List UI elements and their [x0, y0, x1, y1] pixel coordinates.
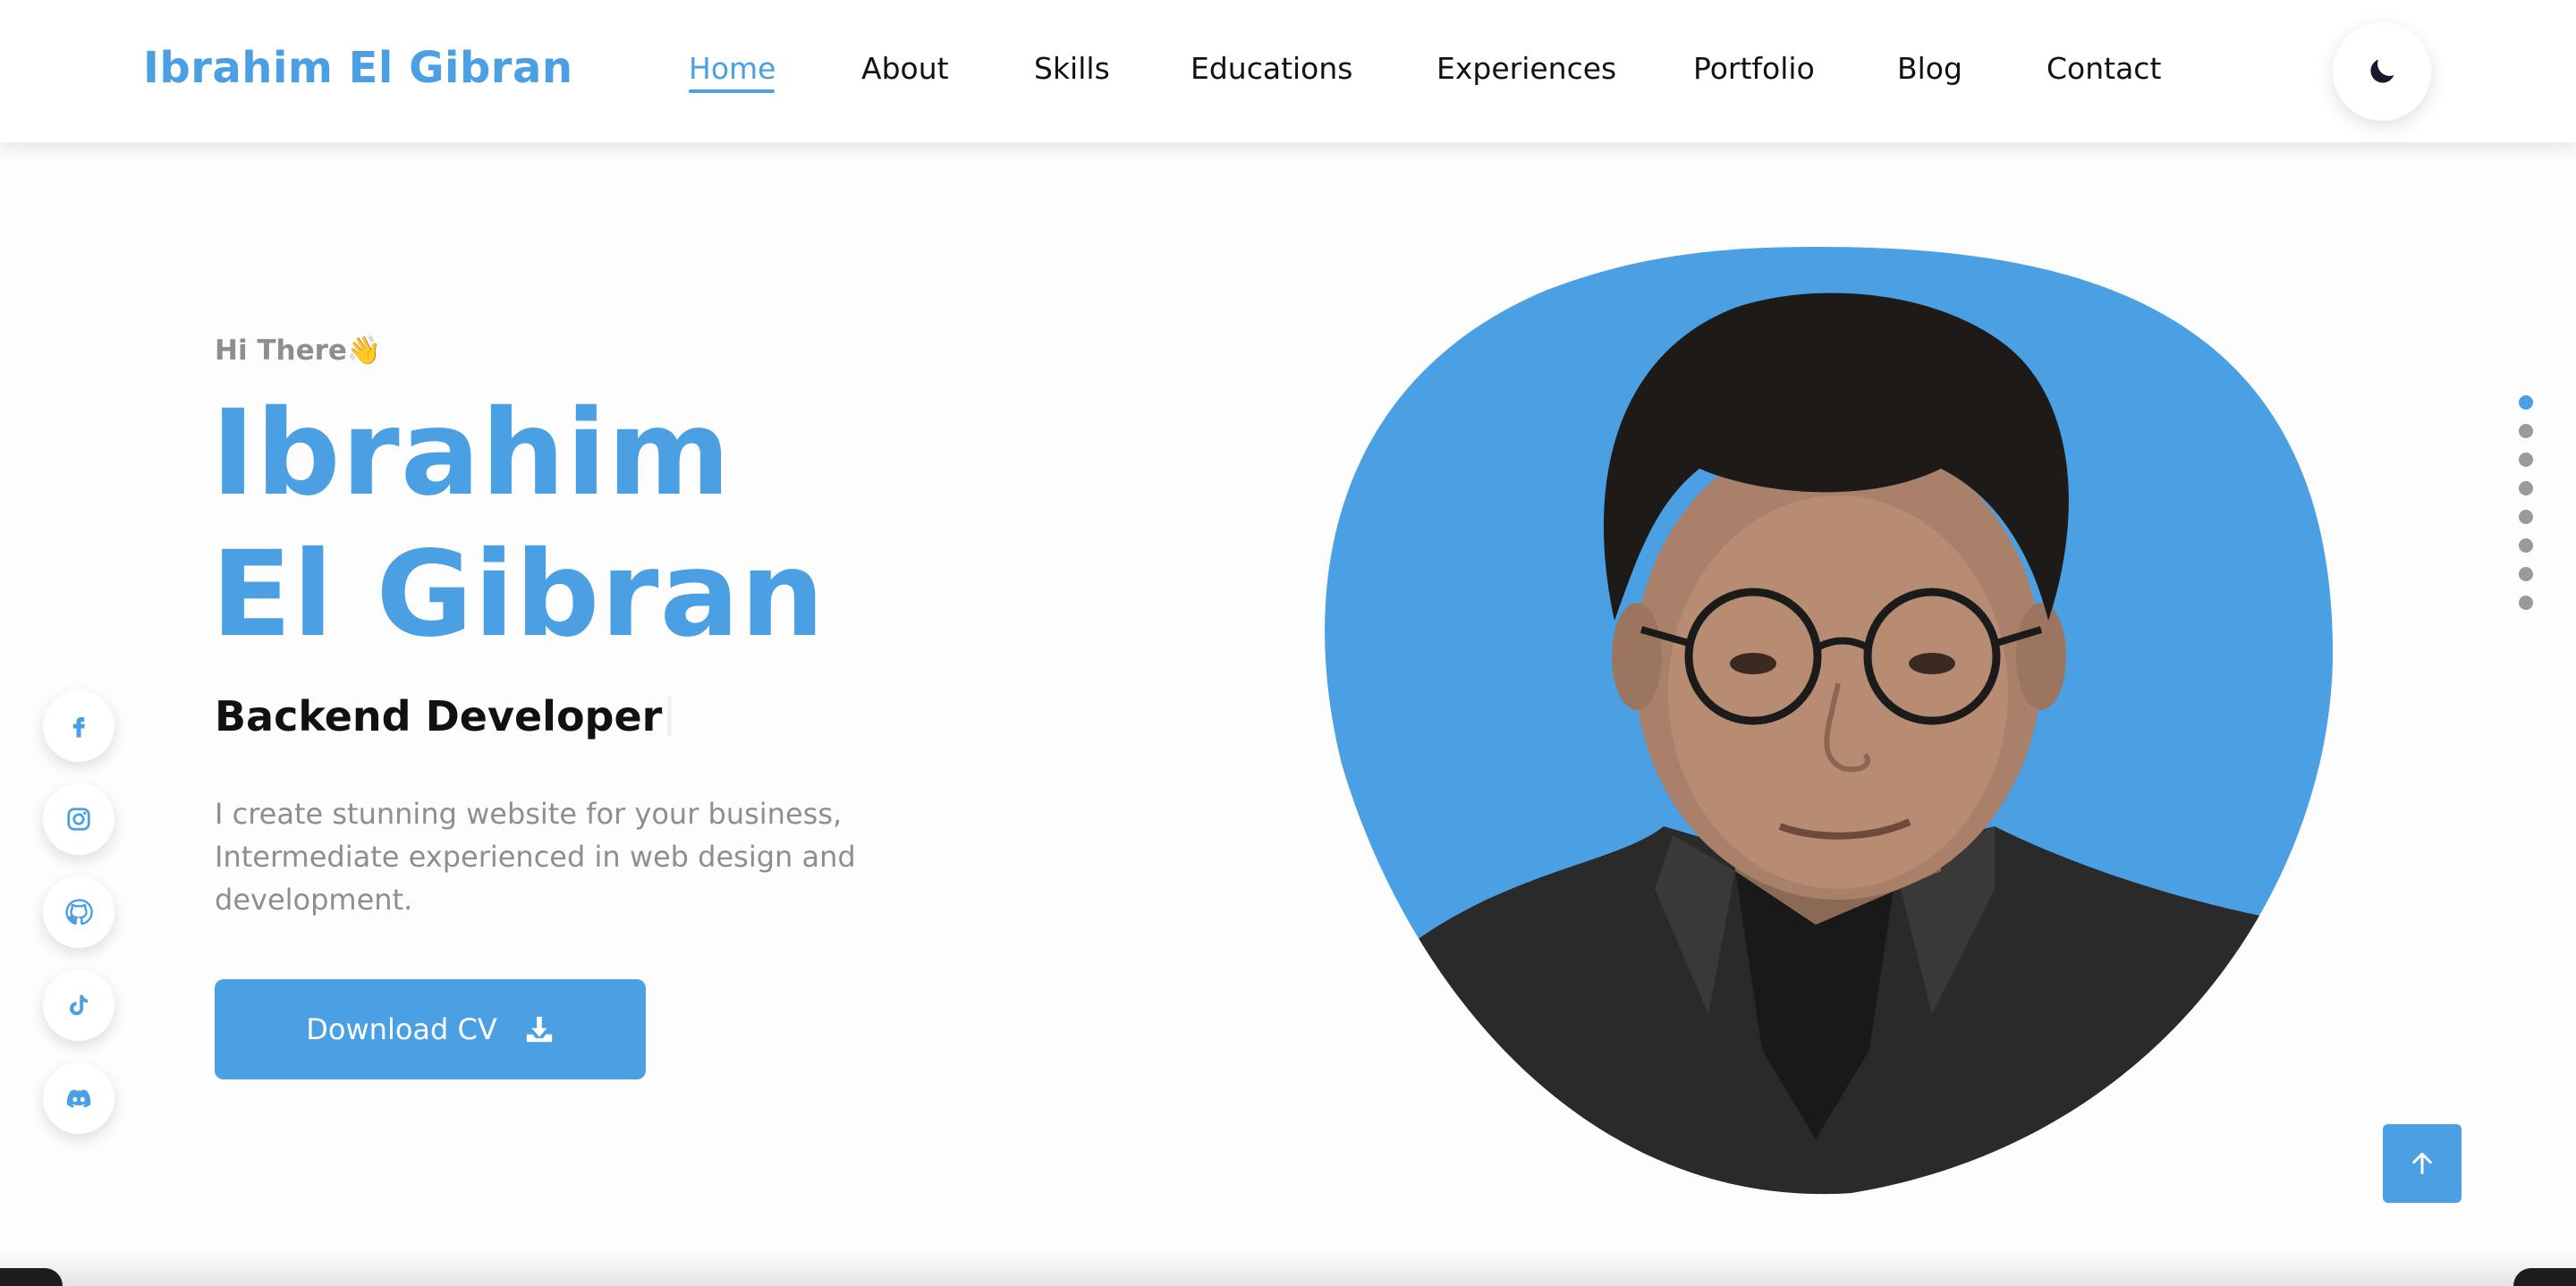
hero-role: Backend Developer [215, 692, 673, 740]
nav-portfolio[interactable]: Portfolio [1693, 51, 1815, 86]
moon-icon [2370, 59, 2394, 83]
nav-home[interactable]: Home [689, 51, 775, 86]
nav-educations[interactable]: Educations [1191, 51, 1352, 86]
github-button[interactable] [43, 876, 114, 948]
facebook-button[interactable] [43, 690, 114, 762]
arrow-up-icon [2412, 1152, 2432, 1175]
section-dot[interactable] [2519, 567, 2533, 581]
nav-experiences[interactable]: Experiences [1436, 51, 1616, 86]
hero-name: Ibrahim El Gibran [211, 385, 826, 664]
facebook-icon [72, 717, 85, 738]
section-dot[interactable] [2519, 395, 2533, 410]
section-dot[interactable] [2519, 453, 2533, 467]
download-cv-label: Download CV [306, 1012, 497, 1046]
navbar: Ibrahim El Gibran Home About Skills Educ… [0, 0, 2576, 142]
hero-greeting: Hi There👋 [215, 334, 382, 367]
nav-about[interactable]: About [861, 51, 949, 86]
discord-button[interactable] [43, 1062, 114, 1134]
section-dot[interactable] [2519, 481, 2533, 495]
instagram-icon [67, 808, 90, 831]
discord-icon [66, 1089, 91, 1108]
tiktok-button[interactable] [43, 969, 114, 1041]
waving-hand-emoji: 👋 [346, 334, 382, 367]
download-cv-button[interactable]: Download CV [215, 979, 646, 1079]
github-icon [65, 899, 93, 926]
nav-skills[interactable]: Skills [1034, 51, 1110, 86]
typing-cursor [667, 697, 673, 736]
instagram-button[interactable] [43, 783, 114, 855]
theme-toggle-button[interactable] [2333, 22, 2431, 121]
scroll-to-top-button[interactable] [2383, 1124, 2462, 1203]
section-dot[interactable] [2519, 424, 2533, 438]
greeting-text: Hi There [215, 334, 347, 367]
brand-logo[interactable]: Ibrahim El Gibran [143, 43, 573, 93]
hero-role-text: Backend Developer [215, 692, 663, 740]
nav-blog[interactable]: Blog [1897, 51, 1962, 86]
active-nav-indicator [689, 89, 775, 93]
hero-description: I create stunning website for your busin… [215, 797, 856, 917]
profile-photo [1325, 247, 2334, 1195]
window-corner-right [2513, 1268, 2576, 1286]
section-dot[interactable] [2519, 596, 2533, 610]
window-corner-left [0, 1268, 63, 1286]
tiktok-icon [70, 994, 88, 1016]
page-bottom-shadow [0, 1252, 2576, 1286]
download-icon [526, 1016, 552, 1043]
section-dot[interactable] [2519, 538, 2533, 553]
nav-contact[interactable]: Contact [2046, 51, 2161, 86]
section-dot[interactable] [2519, 510, 2533, 524]
